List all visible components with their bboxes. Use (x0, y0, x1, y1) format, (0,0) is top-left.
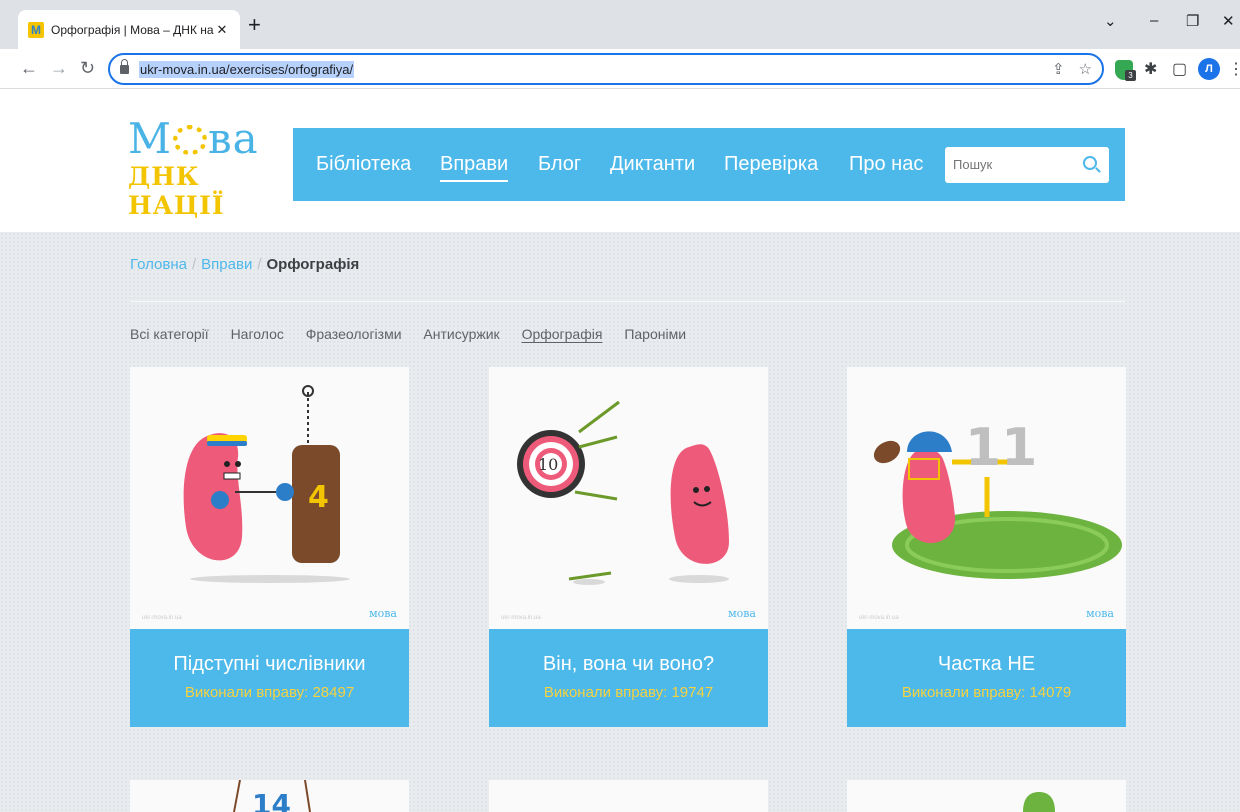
scoreboard-number: 11 (965, 418, 1037, 478)
card-footer: Він, вона чи воно? Виконали вправу: 1974… (489, 629, 768, 727)
browser-tabbar: M Орфографія | Мова – ДНК нації ✕ + ⌄ – … (0, 0, 1240, 49)
tab-close-icon[interactable]: ✕ (214, 22, 230, 38)
watermark-url: ukr-mova.in.ua (142, 615, 182, 621)
nav-check[interactable]: Перевірка (724, 152, 818, 176)
main-navbar: Бібліотека Вправи Блог Диктанти Перевірк… (293, 128, 1125, 201)
card-completion-count: Виконали вправу: 19747 (543, 684, 714, 701)
card-completion-count: Виконали вправу: 14079 (901, 684, 1072, 701)
url-text[interactable]: ukr-mova.in.ua/exercises/orfografiya/ (139, 60, 355, 78)
exercise-card[interactable]: 10 ukr-mova.in.ua мова Він, вона чи воно… (489, 367, 768, 727)
logo-tagline: ДНК НАЦІЇ (128, 162, 225, 220)
exercise-card-partial[interactable] (489, 780, 768, 812)
new-tab-icon[interactable]: + (248, 14, 261, 36)
minimize-icon[interactable]: – (1150, 12, 1158, 29)
category-orthography[interactable]: Орфографія (522, 326, 603, 342)
site-logo[interactable]: Мва ДНК НАЦІЇ (128, 114, 268, 221)
nav-blog[interactable]: Блог (538, 152, 581, 176)
breadcrumb-home[interactable]: Головна (130, 256, 187, 273)
exercise-card-partial[interactable] (847, 780, 1126, 812)
category-filter: Всі категорії Наголос Фразеологізми Анти… (130, 326, 704, 342)
card-footer: Підступні числівники Виконали вправу: 28… (130, 629, 409, 727)
breadcrumb: Головна / Вправи / Орфографія (130, 256, 359, 273)
card-title[interactable]: Підступні числівники (130, 653, 409, 676)
breadcrumb-separator: / (257, 256, 262, 273)
forward-icon[interactable]: → (50, 57, 68, 79)
card-illustration: 10 ukr-mova.in.ua мова (489, 367, 768, 629)
nav-library[interactable]: Бібліотека (316, 152, 411, 176)
divider (130, 301, 1125, 302)
card-illustration-partial (1023, 792, 1055, 812)
darts-illustration: 10 (517, 400, 729, 585)
category-antisurzhyk[interactable]: Антисуржик (423, 326, 499, 342)
logo-dna-ring-icon (173, 125, 208, 155)
exercise-card[interactable]: 4 ukr-mova.in.ua мова Підступні числівни… (130, 367, 409, 727)
site-favicon-icon: M (28, 21, 44, 38)
search-icon[interactable] (1083, 156, 1097, 170)
card-completion-count: Виконали вправу: 28497 (184, 684, 355, 701)
bookmark-star-icon[interactable]: ☆ (1079, 60, 1092, 78)
category-stress[interactable]: Наголос (231, 326, 284, 342)
restore-icon[interactable]: ❐ (1186, 12, 1199, 30)
address-bar[interactable]: ukr-mova.in.ua/exercises/orfografiya/ ⇪ … (108, 53, 1104, 85)
reload-icon[interactable]: ↻ (80, 57, 95, 79)
watermark-url: ukr-mova.in.ua (501, 615, 541, 621)
extensions-puzzle-icon[interactable]: ✱ (1144, 59, 1157, 79)
nav-about[interactable]: Про нас (849, 152, 923, 176)
tab-search-icon[interactable]: ⌄ (1104, 12, 1117, 30)
breadcrumb-current: Орфографія (266, 256, 360, 273)
boxing-illustration: 4 (183, 385, 350, 583)
share-icon[interactable]: ⇪ (1052, 60, 1065, 78)
logo-wordmark: Мва (128, 114, 259, 163)
category-all[interactable]: Всі категорії (130, 326, 209, 342)
watermark-logo: мова (1086, 607, 1114, 620)
card-illustration-partial: 14 (233, 780, 311, 812)
football-illustration: 11 (873, 418, 1122, 579)
breadcrumb-separator: / (192, 256, 197, 273)
lock-icon[interactable] (120, 58, 129, 74)
exercise-card[interactable]: 11 ukr-mova.in.ua мова Частка НЕ Виконал… (847, 367, 1126, 727)
card-footer: Частка НЕ Виконали вправу: 14079 (847, 629, 1126, 727)
card-title[interactable]: Частка НЕ (847, 653, 1126, 676)
card-illustration: 11 ukr-mova.in.ua мова (847, 367, 1126, 629)
target-number: 10 (538, 455, 558, 474)
card-title[interactable]: Він, вона чи воно? (489, 653, 768, 676)
watermark-url: ukr-mova.in.ua (859, 615, 899, 621)
tab-title: Орфографія | Мова – ДНК нації (51, 22, 214, 37)
browser-tab[interactable]: M Орфографія | Мова – ДНК нації ✕ (18, 10, 240, 49)
category-idioms[interactable]: Фразеологізми (306, 326, 402, 342)
watermark-logo: мова (728, 607, 756, 620)
bag-number: 4 (308, 480, 329, 515)
menu-kebab-icon[interactable]: ⋮ (1228, 59, 1240, 79)
profile-avatar[interactable]: Л (1198, 58, 1220, 80)
browser-toolbar: ← → ↻ ukr-mova.in.ua/exercises/orfografi… (0, 49, 1240, 89)
watermark-logo: мова (369, 607, 397, 620)
extension-badge: 3 (1125, 70, 1136, 81)
partial-card-number: 14 (252, 788, 291, 812)
back-icon[interactable]: ← (20, 57, 38, 79)
breadcrumb-exercises[interactable]: Вправи (201, 256, 252, 273)
nav-exercises[interactable]: Вправи (440, 152, 509, 182)
card-illustration: 4 ukr-mova.in.ua мова (130, 367, 409, 629)
search-box (945, 147, 1109, 183)
nav-dictations[interactable]: Диктанти (610, 152, 695, 176)
close-window-icon[interactable]: ✕ (1222, 12, 1235, 30)
exercise-card-partial[interactable]: 14 (130, 780, 409, 812)
category-paronyms[interactable]: Пароніми (624, 326, 686, 342)
search-input[interactable] (953, 157, 1073, 172)
side-panel-icon[interactable]: ▢ (1172, 59, 1187, 79)
